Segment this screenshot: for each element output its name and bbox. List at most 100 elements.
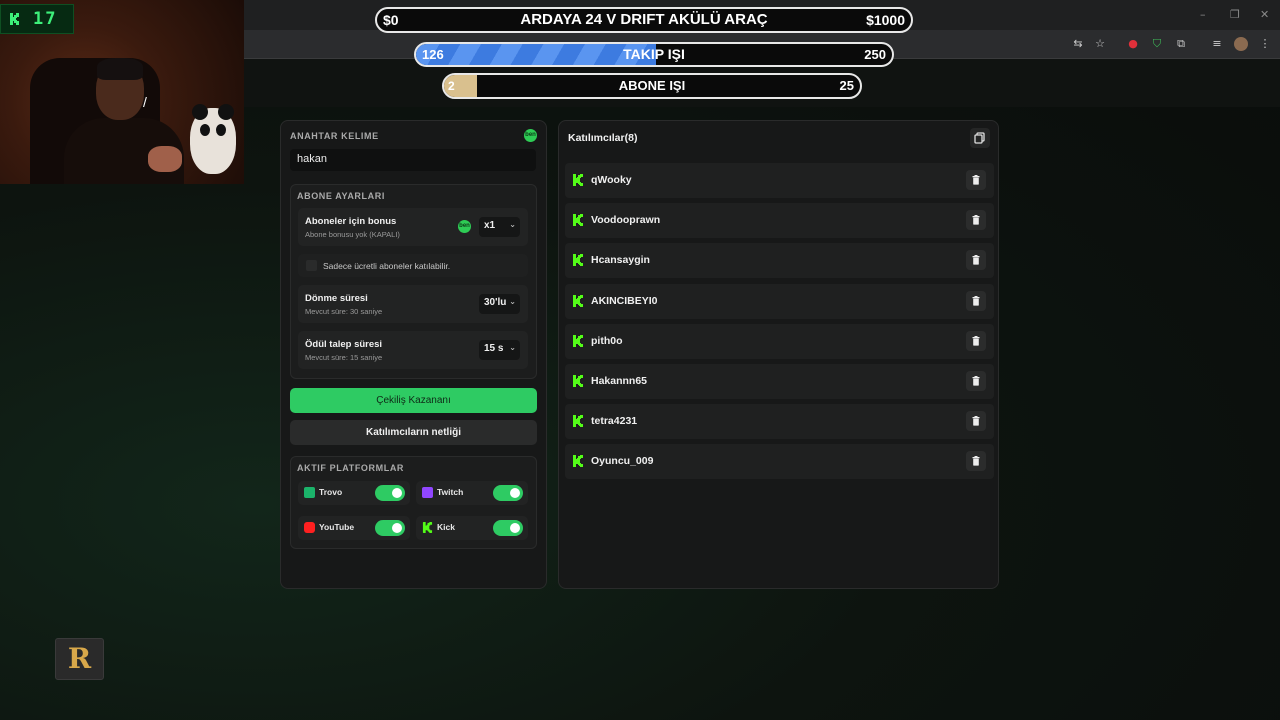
goal-start: $0 <box>383 12 399 28</box>
remove-participant-button[interactable] <box>966 371 986 391</box>
bonus-multiplier-value: x1 <box>484 220 496 231</box>
remove-participant-button[interactable] <box>966 451 986 472</box>
trash-icon <box>972 295 980 306</box>
follow-goal-bar: TAKIP IŞI 126 250 <box>414 42 894 67</box>
paid-only-row[interactable]: Sadece ücretli aboneler katılabilir. <box>298 254 528 277</box>
goal-current: 126 <box>422 47 444 62</box>
kick-icon <box>573 375 583 387</box>
webcam-cursor: / <box>143 94 147 110</box>
twitch-icon <box>422 487 433 498</box>
goal-target: $1000 <box>866 12 905 28</box>
extensions-puzzle-icon[interactable]: ⧉ <box>1174 37 1188 51</box>
kick-icon <box>573 174 583 186</box>
claim-duration-select[interactable]: 15 s ⌄ <box>479 340 520 360</box>
participant-name: tetra4231 <box>591 415 638 428</box>
participant-row: Voodooprawn <box>565 203 994 239</box>
claim-duration-subtitle: Mevcut süre: 15 saniye <box>305 353 383 362</box>
platform-kick: Kick <box>416 516 528 540</box>
platform-youtube: YouTube <box>298 516 410 540</box>
draw-winner-button[interactable]: Çekiliş Kazananı <box>290 388 537 413</box>
goal-title: ARDAYA 24 V DRIFT AKÜLÜ ARAÇ <box>520 11 768 28</box>
trash-icon <box>972 255 980 265</box>
claim-duration-value: 15 s <box>484 343 504 354</box>
goal-title: TAKIP IŞI <box>623 46 685 62</box>
participant-row: qWooky <box>565 163 994 198</box>
trovo-toggle[interactable] <box>375 485 405 501</box>
paid-only-label: Sadece ücretli aboneler katılabilir. <box>323 261 451 271</box>
goal-target: 250 <box>864 47 886 62</box>
remove-participant-button[interactable] <box>966 290 986 311</box>
claim-duration-title: Ödül talep süresi <box>305 339 383 350</box>
twitch-toggle[interactable] <box>493 485 523 501</box>
remove-participant-button[interactable] <box>966 411 986 432</box>
goal-title: ABONE IŞI <box>618 78 686 93</box>
clear-participants-button[interactable]: Katılımcıların netliği <box>290 420 537 445</box>
minimize-icon[interactable]: – <box>1200 8 1206 21</box>
kick-icon <box>573 334 583 347</box>
kick-toggle[interactable] <box>493 520 523 536</box>
bonus-multiplier-select[interactable]: x1 ⌄ <box>479 217 520 237</box>
translate-icon[interactable]: ⇆ <box>1071 37 1085 51</box>
platform-name: Trovo <box>319 487 343 497</box>
close-icon[interactable]: ✕ <box>1260 8 1269 21</box>
trash-icon <box>972 175 980 185</box>
participants-header: Katılımcılar(8) <box>568 132 638 144</box>
keyword-input[interactable]: hakan <box>290 149 536 171</box>
panda-eye <box>216 124 226 136</box>
remove-participant-button[interactable] <box>966 330 986 351</box>
webcam-overlay: / 17 <box>0 0 244 184</box>
panda-ear <box>192 104 208 120</box>
keyword-label: ANAHTAR KELIME <box>290 131 379 141</box>
platforms-label: AKTIF PLATFORMLAR <box>297 463 405 473</box>
remove-participant-button[interactable] <box>966 210 986 231</box>
kick-viewer-badge: 17 <box>0 4 74 34</box>
channel-logo: R <box>55 638 104 680</box>
restore-icon[interactable]: ❐ <box>1230 8 1240 21</box>
extension-shield-icon[interactable]: ⛉ <box>1150 37 1164 51</box>
reading-list-icon[interactable]: ≡ <box>1210 37 1224 51</box>
platform-name: Kick <box>437 522 455 532</box>
logo-letter: R <box>67 642 92 675</box>
claim-duration-row: Ödül talep süresi Mevcut süre: 15 saniye… <box>298 331 528 369</box>
spin-duration-select[interactable]: 30'lu ⌄ <box>479 294 520 314</box>
trash-icon <box>972 456 980 466</box>
subscriber-bonus-row: Aboneler için bonus Abone bonusu yok (KA… <box>298 208 528 246</box>
panda-ear <box>218 104 234 120</box>
kick-icon <box>573 455 583 468</box>
participant-row: tetra4231 <box>565 404 994 440</box>
trash-icon <box>972 376 980 386</box>
paid-only-checkbox[interactable] <box>306 260 317 271</box>
profile-avatar[interactable] <box>1234 37 1248 51</box>
bonus-subtitle: Abone bonusu yok (KAPALI) <box>305 230 400 239</box>
participant-row: Oyuncu_009 <box>565 444 994 480</box>
youtube-toggle[interactable] <box>375 520 405 536</box>
spin-duration-row: Dönme süresi Mevcut süre: 30 saniye 30'l… <box>298 285 528 323</box>
participant-name: Voodooprawn <box>591 214 661 227</box>
platform-trovo: Trovo <box>298 481 410 505</box>
remove-participant-button[interactable] <box>966 170 986 190</box>
kick-icon <box>422 522 433 533</box>
participant-row: Hcansaygin <box>565 243 994 279</box>
kick-icon <box>573 214 583 227</box>
participant-name: AKINCIBEYI0 <box>591 294 658 307</box>
kick-icon <box>573 294 583 307</box>
menu-kebab-icon[interactable]: ⋮ <box>1258 37 1272 51</box>
subscriber-goal-bar: ABONE IŞI 2 25 <box>442 73 862 99</box>
trash-icon <box>972 215 980 225</box>
spin-duration-value: 30'lu <box>484 297 507 308</box>
webcam-person-hair <box>97 58 143 80</box>
kick-icon <box>573 254 583 267</box>
trash-icon <box>972 416 980 426</box>
remove-participant-button[interactable] <box>966 250 986 271</box>
copy-list-button[interactable] <box>970 128 990 148</box>
bookmark-star-icon[interactable]: ☆ <box>1093 37 1107 51</box>
participant-name: Hcansaygin <box>591 254 650 267</box>
donation-goal-bar: ARDAYA 24 V DRIFT AKÜLÜ ARAÇ $0 $1000 <box>375 7 913 33</box>
kick-icon <box>573 415 583 428</box>
participant-name: Hakannn65 <box>591 375 648 387</box>
extension-red-icon[interactable]: ● <box>1126 37 1140 51</box>
chevron-down-icon: ⌄ <box>509 343 516 352</box>
panda-eye <box>200 124 210 136</box>
participant-row: Hakannn65 <box>565 364 994 399</box>
chevron-down-icon: ⌄ <box>509 297 516 306</box>
